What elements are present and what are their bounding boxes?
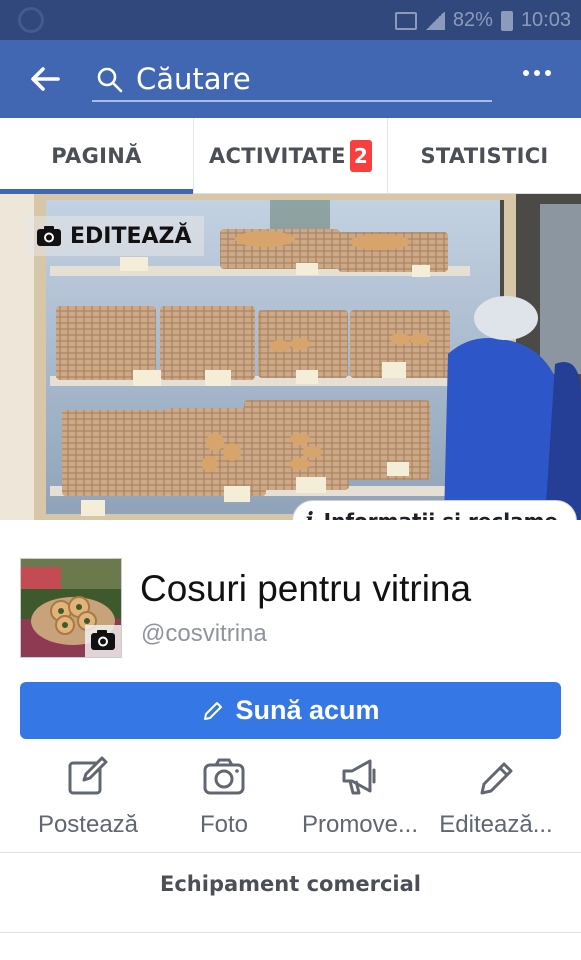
tab-pagina-label: PAGINĂ: [51, 143, 142, 168]
edit-cover-label: EDITEAZĂ: [70, 223, 192, 249]
search-placeholder: Căutare: [136, 62, 251, 96]
notification-badge: 2: [349, 139, 373, 172]
top-bar: Căutare: [0, 40, 581, 118]
page-tabs: PAGINĂ ACTIVITATE 2 STATISTICI: [0, 118, 581, 194]
search-input[interactable]: Căutare: [92, 60, 492, 102]
app-notification-icon: [18, 7, 44, 33]
action-editeaza-label: Editează...: [439, 811, 553, 838]
info-icon: i: [305, 508, 313, 520]
tab-statistici[interactable]: STATISTICI: [388, 118, 581, 193]
pencil-icon: [480, 762, 513, 795]
cover-photo[interactable]: EDITEAZĂ i Informatii si reclame: [0, 194, 581, 520]
action-promoveaza[interactable]: Promove...: [292, 755, 428, 851]
tab-statistici-label: STATISTICI: [420, 143, 549, 168]
profile-camera-icon[interactable]: [91, 630, 115, 650]
page-title: Cosuri pentru vitrina: [140, 568, 472, 609]
back-arrow-icon[interactable]: [28, 62, 62, 96]
signal-icon: [424, 11, 445, 30]
info-and-ads-button[interactable]: i Informatii si reclame: [292, 500, 577, 520]
pencil-icon: [204, 701, 223, 720]
action-editeaza[interactable]: Editează...: [428, 755, 564, 851]
call-now-button[interactable]: Sună acum: [20, 682, 561, 739]
sim-icon: [394, 11, 417, 30]
profile-photo-image: [21, 559, 121, 657]
status-icons: 82% 10:03: [394, 9, 571, 32]
divider: [0, 852, 581, 853]
megaphone-icon: [342, 759, 376, 795]
tab-pagina[interactable]: PAGINĂ: [0, 118, 194, 194]
action-posteaza[interactable]: Postează: [20, 755, 156, 851]
info-and-ads-label: Informatii si reclame: [324, 509, 558, 520]
tab-activitate-label: ACTIVITATE: [208, 143, 346, 168]
divider: [0, 932, 581, 933]
compose-icon: [68, 756, 108, 795]
search-icon: [97, 67, 123, 93]
page-actions: Postează Foto Promove... Editează...: [0, 755, 581, 851]
status-bar: 82% 10:03: [0, 0, 581, 40]
tab-activitate[interactable]: ACTIVITATE 2: [194, 118, 388, 193]
clock: 10:03: [520, 9, 571, 31]
action-foto[interactable]: Foto: [156, 755, 292, 851]
camera-icon: [203, 758, 245, 795]
call-now-label: Sună acum: [235, 695, 380, 725]
action-promoveaza-label: Promove...: [301, 811, 419, 838]
page-category[interactable]: Echipament comercial: [0, 872, 581, 896]
page-username: @cosvitrina: [141, 620, 267, 647]
edit-cover-button[interactable]: EDITEAZĂ: [24, 216, 204, 256]
action-foto-label: Foto: [199, 811, 249, 838]
battery-percent: 82%: [452, 9, 493, 31]
profile-picture[interactable]: [20, 558, 122, 658]
action-posteaza-label: Postează: [37, 811, 139, 838]
battery-icon: [500, 10, 513, 31]
more-options-icon[interactable]: [523, 70, 551, 76]
camera-icon: [37, 226, 61, 246]
